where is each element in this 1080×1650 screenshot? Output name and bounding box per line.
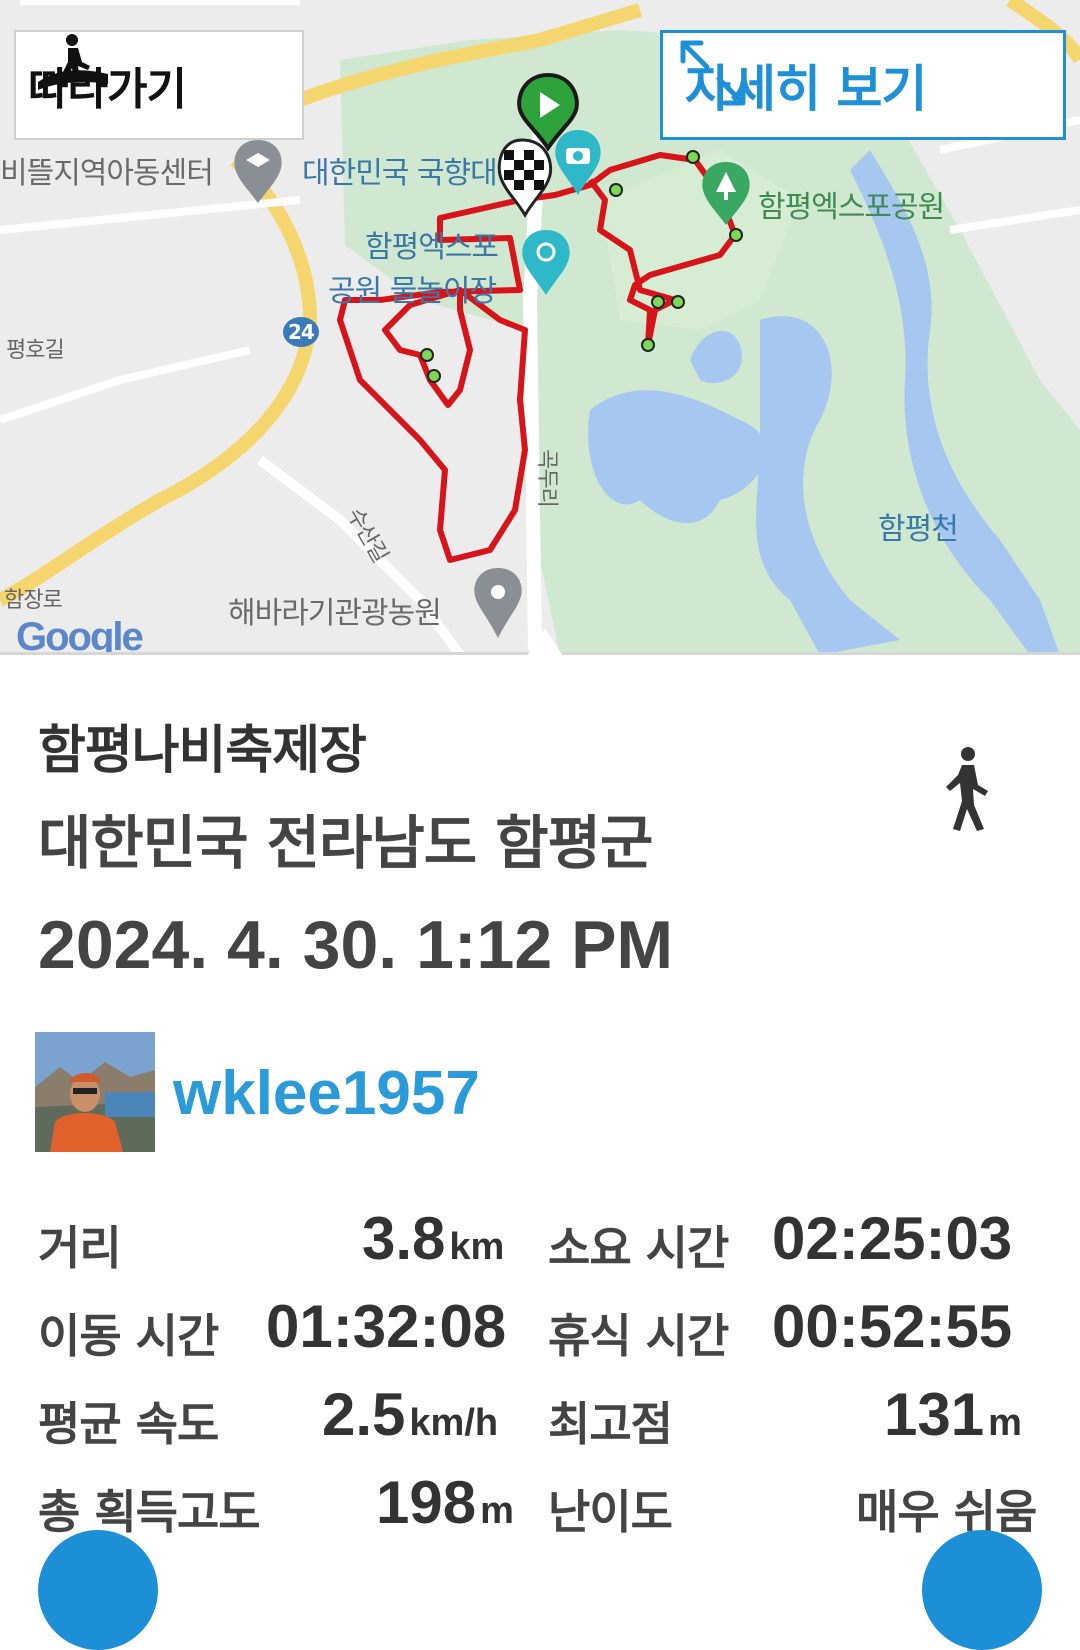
map-label-hampyeong-stream: 함평천 — [878, 512, 959, 547]
activity-datetime: 2024. 4. 30. 1:12 PM — [38, 907, 674, 983]
user-avatar[interactable] — [35, 1032, 155, 1152]
elevation-gain-label: 총 획득고도 — [38, 1485, 261, 1539]
map-pointer — [527, 628, 563, 656]
place-name: 함평나비축제장 — [38, 721, 367, 781]
avg-speed-label: 평균 속도 — [38, 1397, 219, 1451]
hiker-follow-icon — [38, 34, 108, 90]
map-label-sunflower: 해바라기관광농원 — [228, 596, 442, 631]
map-label-expo-water-1: 함평엑스포 — [365, 230, 499, 265]
distance-label: 거리 — [38, 1221, 122, 1275]
walking-icon — [946, 747, 988, 831]
difficulty-label: 난이도 — [548, 1485, 673, 1539]
map-label-hamjang: 함장로 — [4, 588, 63, 613]
google-logo: Google — [16, 615, 144, 655]
view-detail-button[interactable]: 자세히 보기 — [660, 30, 1066, 140]
map-label-community-center: 비뜰지역아동센터 — [0, 156, 214, 191]
map-label-pyeongho: 평호길 — [6, 338, 65, 363]
expand-icon — [680, 40, 746, 106]
map-label-vertical-road: 곡두리 — [533, 449, 559, 507]
rest-time-label: 휴식 시간 — [548, 1309, 729, 1363]
map-label-expo-water-2: 공원 물놀이장 — [328, 274, 497, 309]
map-label-expo-park: 함평엑스포공원 — [758, 190, 945, 225]
prev-button[interactable] — [38, 1530, 158, 1650]
elevation-gain-value: 198 m — [376, 1469, 514, 1536]
username-link[interactable]: wklee1957 — [173, 1058, 480, 1129]
route-map[interactable]: 비뜰지역아동센터 대한민국 국향대 함평엑스포공원 함평엑스포 공원 물놀이장 … — [0, 0, 1080, 655]
max-altitude-value: 131 m — [884, 1381, 1022, 1448]
rest-time-value: 00:52:55 — [772, 1293, 1013, 1360]
distance-value: 3.8 km — [362, 1205, 505, 1272]
max-altitude-label: 최고점 — [548, 1397, 673, 1451]
difficulty-value: 매우 쉬움 — [856, 1485, 1037, 1539]
avg-speed-value: 2.5 km/h — [322, 1381, 499, 1448]
next-button[interactable] — [922, 1530, 1042, 1650]
follow-button[interactable]: 따라가기 — [14, 30, 304, 140]
moving-time-label: 이동 시간 — [38, 1309, 219, 1363]
moving-time-value: 01:32:08 — [266, 1293, 507, 1360]
duration-label: 소요 시간 — [548, 1221, 729, 1275]
duration-value: 02:25:03 — [772, 1205, 1013, 1272]
map-label-national: 대한민국 국향대 — [302, 156, 498, 191]
place-region: 대한민국 전라남도 함평군 — [38, 809, 653, 877]
map-label-route-24: 24 — [288, 320, 315, 344]
